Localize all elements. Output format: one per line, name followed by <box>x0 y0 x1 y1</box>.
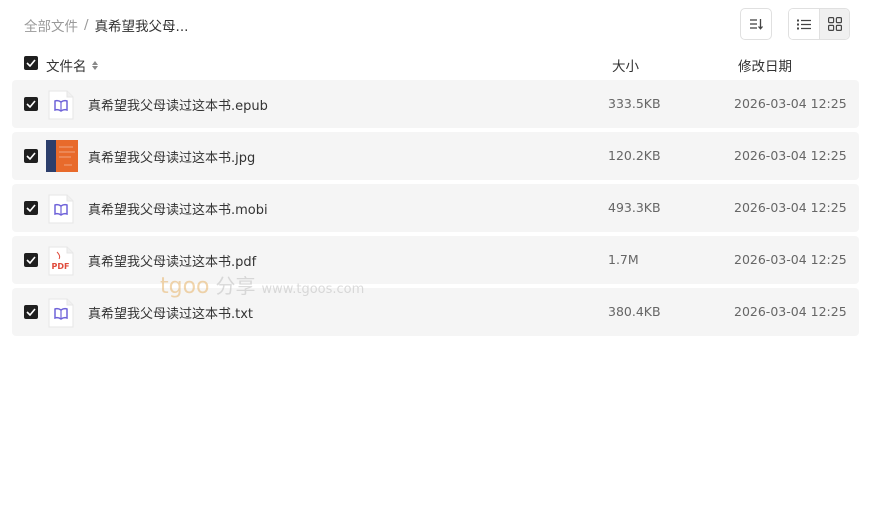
file-name: 真希望我父母读过这本书.pdf <box>88 255 257 270</box>
check-icon <box>26 204 36 212</box>
file-row[interactable]: 真希望我父母读过这本书.txt 380.4KB 2026-03-04 12:25 <box>12 288 859 336</box>
file-date: 2026-03-04 12:25 <box>734 96 847 111</box>
column-date: 修改日期 <box>738 59 792 75</box>
book-icon <box>48 194 76 224</box>
file-name: 真希望我父母读过这本书.jpg <box>88 151 256 166</box>
file-size: 493.3KB <box>608 200 661 215</box>
sort-icon <box>750 19 763 30</box>
breadcrumb-current: 真希望我父母... <box>94 19 189 35</box>
breadcrumb-separator: / <box>84 17 89 33</box>
sort-caret-icon <box>91 60 98 70</box>
file-row[interactable]: 真希望我父母读过这本书.mobi 493.3KB 2026-03-04 12:2… <box>12 184 859 232</box>
svg-text:PDF: PDF <box>52 262 70 271</box>
file-date: 2026-03-04 12:25 <box>734 252 847 267</box>
breadcrumb-root[interactable]: 全部文件 <box>24 15 78 35</box>
book-icon <box>48 90 76 120</box>
file-name: 真希望我父母读过这本书.mobi <box>88 203 268 218</box>
list-view-icon <box>797 19 811 29</box>
top-bar: 全部文件 / 真希望我父母... <box>0 0 874 48</box>
row-checkbox[interactable] <box>24 253 38 267</box>
sort-button[interactable] <box>740 8 772 40</box>
file-size: 1.7M <box>608 252 639 267</box>
row-checkbox[interactable] <box>24 305 38 319</box>
check-icon <box>26 59 36 67</box>
row-checkbox[interactable] <box>24 97 38 111</box>
file-row[interactable]: 真希望我父母读过这本书.jpg 120.2KB 2026-03-04 12:25 <box>12 132 859 180</box>
file-name: 真希望我父母读过这本书.txt <box>88 307 254 322</box>
file-date: 2026-03-04 12:25 <box>734 200 847 215</box>
file-list: 真希望我父母读过这本书.epub 333.5KB 2026-03-04 12:2… <box>12 80 859 340</box>
file-row[interactable]: 真希望我父母读过这本书.epub 333.5KB 2026-03-04 12:2… <box>12 80 859 128</box>
breadcrumb: 全部文件 / 真希望我父母... <box>24 15 188 35</box>
column-name-label: 文件名 <box>46 59 87 75</box>
book-icon <box>48 298 76 328</box>
check-icon <box>26 308 36 316</box>
file-row[interactable]: PDF 真希望我父母读过这本书.pdf 1.7M 2026-03-04 12:2… <box>12 236 859 284</box>
file-name: 真希望我父母读过这本书.epub <box>88 99 268 114</box>
list-view-button[interactable] <box>789 9 819 39</box>
file-date: 2026-03-04 12:25 <box>734 304 847 319</box>
file-list-header: 文件名 大小 修改日期 <box>0 52 874 76</box>
grid-view-button[interactable] <box>819 9 849 39</box>
file-size: 333.5KB <box>608 96 661 111</box>
row-checkbox[interactable] <box>24 201 38 215</box>
check-icon <box>26 256 36 264</box>
view-toggle <box>788 8 850 40</box>
check-icon <box>26 152 36 160</box>
column-size: 大小 <box>612 59 639 75</box>
file-size: 120.2KB <box>608 148 661 163</box>
file-size: 380.4KB <box>608 304 661 319</box>
check-icon <box>26 100 36 108</box>
column-name[interactable]: 文件名 <box>46 55 98 75</box>
grid-view-icon <box>827 17 842 31</box>
pdf-icon: PDF <box>48 246 76 276</box>
image-thumbnail <box>46 140 78 172</box>
row-checkbox[interactable] <box>24 149 38 163</box>
file-date: 2026-03-04 12:25 <box>734 148 847 163</box>
select-all-checkbox[interactable] <box>24 56 38 70</box>
